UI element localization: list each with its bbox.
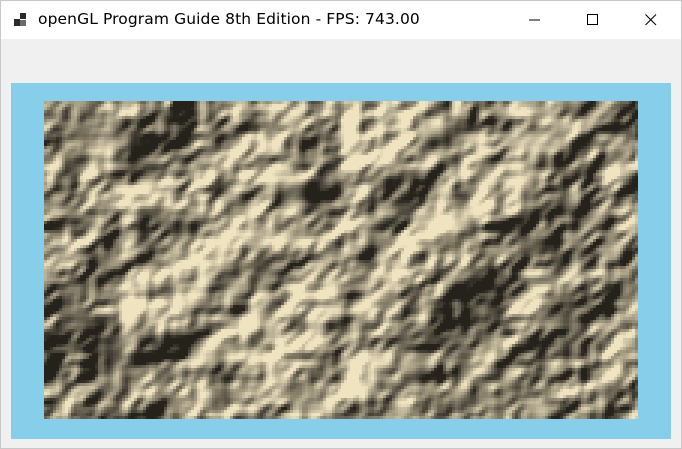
app-window-icon bbox=[13, 12, 29, 28]
minimize-button[interactable] bbox=[506, 1, 564, 39]
close-button[interactable] bbox=[622, 1, 680, 39]
maximize-icon bbox=[587, 14, 598, 25]
client-area bbox=[1, 39, 681, 448]
application-window: openGL Program Guide 8th Edition - FPS: … bbox=[0, 0, 682, 449]
window-title: openGL Program Guide 8th Edition - FPS: … bbox=[38, 10, 420, 28]
title-bar[interactable]: openGL Program Guide 8th Edition - FPS: … bbox=[1, 1, 681, 39]
minimize-icon bbox=[529, 19, 540, 21]
maximize-button[interactable] bbox=[564, 1, 622, 39]
close-icon bbox=[645, 14, 657, 26]
opengl-viewport[interactable] bbox=[11, 83, 671, 439]
rock-texture-quad bbox=[44, 101, 638, 419]
